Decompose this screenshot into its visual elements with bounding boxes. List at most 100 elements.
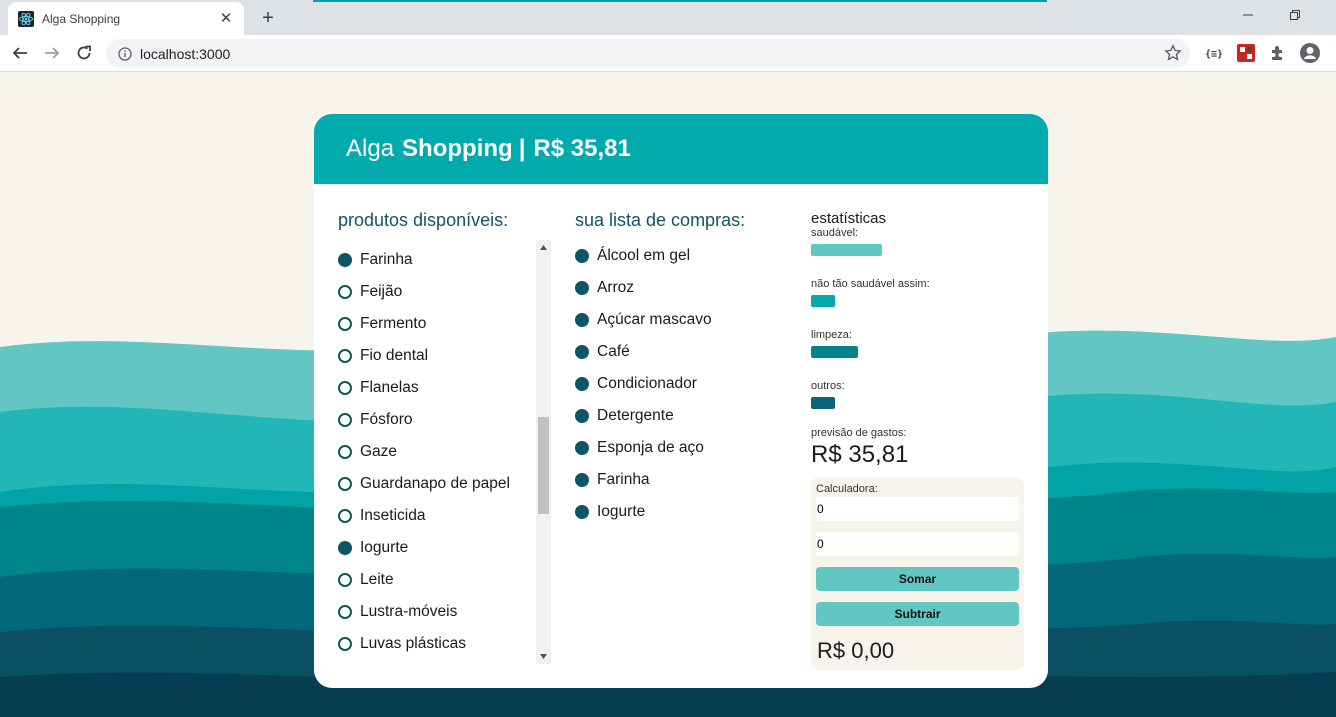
radio-unchecked-icon[interactable] [338,413,352,427]
product-item[interactable]: Fio dental [338,340,552,372]
calculator-input-b[interactable] [816,532,1019,556]
product-item[interactable]: Fermento [338,308,552,340]
bullet-icon [575,441,589,455]
shopping-item-label: Álcool em gel [597,247,691,264]
header-total: R$ 35,81 [533,135,631,162]
products-list[interactable]: Farinha Feijão Fermento Fio dental Flanelas F… [338,244,552,664]
radio-checked-icon[interactable] [338,253,352,267]
radio-checked-icon[interactable] [338,541,352,555]
tab-close-icon[interactable]: ✕ [218,10,234,27]
radio-unchecked-icon[interactable] [338,445,352,459]
shopping-item-label: Farinha [597,471,650,488]
radio-unchecked-icon[interactable] [338,317,352,331]
subtract-button[interactable]: Subtrair [816,602,1019,626]
profile-avatar-icon[interactable] [1299,42,1321,64]
shopping-item-label: Arroz [597,279,635,296]
bullet-icon [575,377,589,391]
url-text: localhost:3000 [140,45,231,62]
product-item[interactable]: Inseticida [338,500,552,532]
product-item[interactable]: Lustra-móveis [338,596,552,628]
bullet-icon [575,505,589,519]
radio-unchecked-icon[interactable] [338,637,352,651]
header-separator: | [518,135,526,162]
shopping-item-label: Iogurte [597,503,646,520]
radio-unchecked-icon[interactable] [338,285,352,299]
bookmark-star-icon[interactable] [1164,44,1182,62]
shopping-item-label: Condicionador [597,375,697,392]
shopping-item-label: Açúcar mascavo [597,311,712,328]
forecast-value: R$ 35,81 [811,441,909,468]
stats-title: estatísticas [811,210,887,227]
shopping-list-item: Açúcar mascavo [575,304,785,336]
reload-icon[interactable] [72,41,96,65]
extension-json-icon[interactable]: {≡} [1203,42,1225,64]
product-item[interactable]: Farinha [338,244,552,276]
stat-bar [811,397,835,409]
tab-bar-accent [313,0,1047,2]
add-button[interactable]: Somar [816,567,1019,591]
calculator-title: Calculadora: [816,483,878,495]
scroll-down-icon[interactable] [536,649,551,664]
info-icon[interactable] [118,46,132,61]
browser-tab[interactable]: Alga Shopping ✕ [8,2,244,35]
shopping-list: Álcool em gel Arroz Açúcar mascavo Café Cond… [575,240,785,528]
stats-categories: saudável: não tão saudável assim: limpeza:… [811,227,1025,409]
radio-unchecked-icon[interactable] [338,605,352,619]
shopping-list-item: Café [575,336,785,368]
extension-app-icon[interactable] [1235,42,1257,64]
shopping-list-item: Álcool em gel [575,240,785,272]
product-item[interactable]: Fósforo [338,404,552,436]
forward-icon[interactable] [40,41,64,65]
products-section: produtos disponíveis: [338,210,552,245]
bullet-icon [575,473,589,487]
product-item[interactable]: Feijão [338,276,552,308]
shopping-list-title: sua lista de compras: [575,210,746,230]
product-item[interactable]: Flanelas [338,372,552,404]
radio-unchecked-icon[interactable] [338,349,352,363]
shopping-list-item: Iogurte [575,496,785,528]
scroll-up-icon[interactable] [536,240,551,255]
product-item[interactable]: Luvas plásticas [338,628,552,660]
calculator-result: R$ 0,00 [817,638,895,663]
brand-name-light: Alga [346,135,395,162]
calculator-input-a[interactable] [816,497,1019,521]
minimize-icon[interactable] [1237,6,1259,26]
product-label: Inseticida [360,507,426,524]
shopping-list-item: Detergente [575,400,785,432]
products-scrollbar[interactable] [536,240,551,664]
bullet-icon [575,409,589,423]
product-item[interactable]: Guardanapo de papel [338,468,552,500]
product-label: Lustra-móveis [360,603,458,620]
extensions-puzzle-icon[interactable] [1267,42,1289,64]
stat-label: saudável: [811,227,859,239]
product-label: Feijão [360,283,403,300]
brand-name-bold: Shopping [402,135,513,162]
product-label: Luvas plásticas [360,635,466,652]
radio-unchecked-icon[interactable] [338,573,352,587]
scrollbar-thumb[interactable] [538,417,549,514]
stat-bar [811,244,882,256]
tab-title: Alga Shopping [42,11,121,26]
product-item[interactable]: Iogurte [338,532,552,564]
radio-unchecked-icon[interactable] [338,381,352,395]
calculator: Calculadora: Somar Subtrair R$ 0,00 [811,477,1024,670]
bullet-icon [575,249,589,263]
product-item[interactable]: Gaze [338,436,552,468]
radio-unchecked-icon[interactable] [338,509,352,523]
shopping-list-section: sua lista de compras: [575,210,785,231]
restore-icon[interactable] [1284,6,1306,26]
address-bar[interactable]: localhost:3000 [106,39,1190,68]
react-icon [18,10,34,27]
products-title: produtos disponíveis: [338,210,509,230]
shopping-list-item: Condicionador [575,368,785,400]
radio-unchecked-icon[interactable] [338,477,352,491]
shopping-list-item: Arroz [575,272,785,304]
stat-bar [811,295,835,307]
product-item[interactable]: Leite [338,564,552,596]
svg-text:{≡}: {≡} [1205,49,1223,59]
bullet-icon [575,313,589,327]
product-label: Fio dental [360,347,429,364]
shopping-list-item: Farinha [575,464,785,496]
back-icon[interactable] [8,41,32,65]
new-tab-icon[interactable]: + [256,6,280,30]
